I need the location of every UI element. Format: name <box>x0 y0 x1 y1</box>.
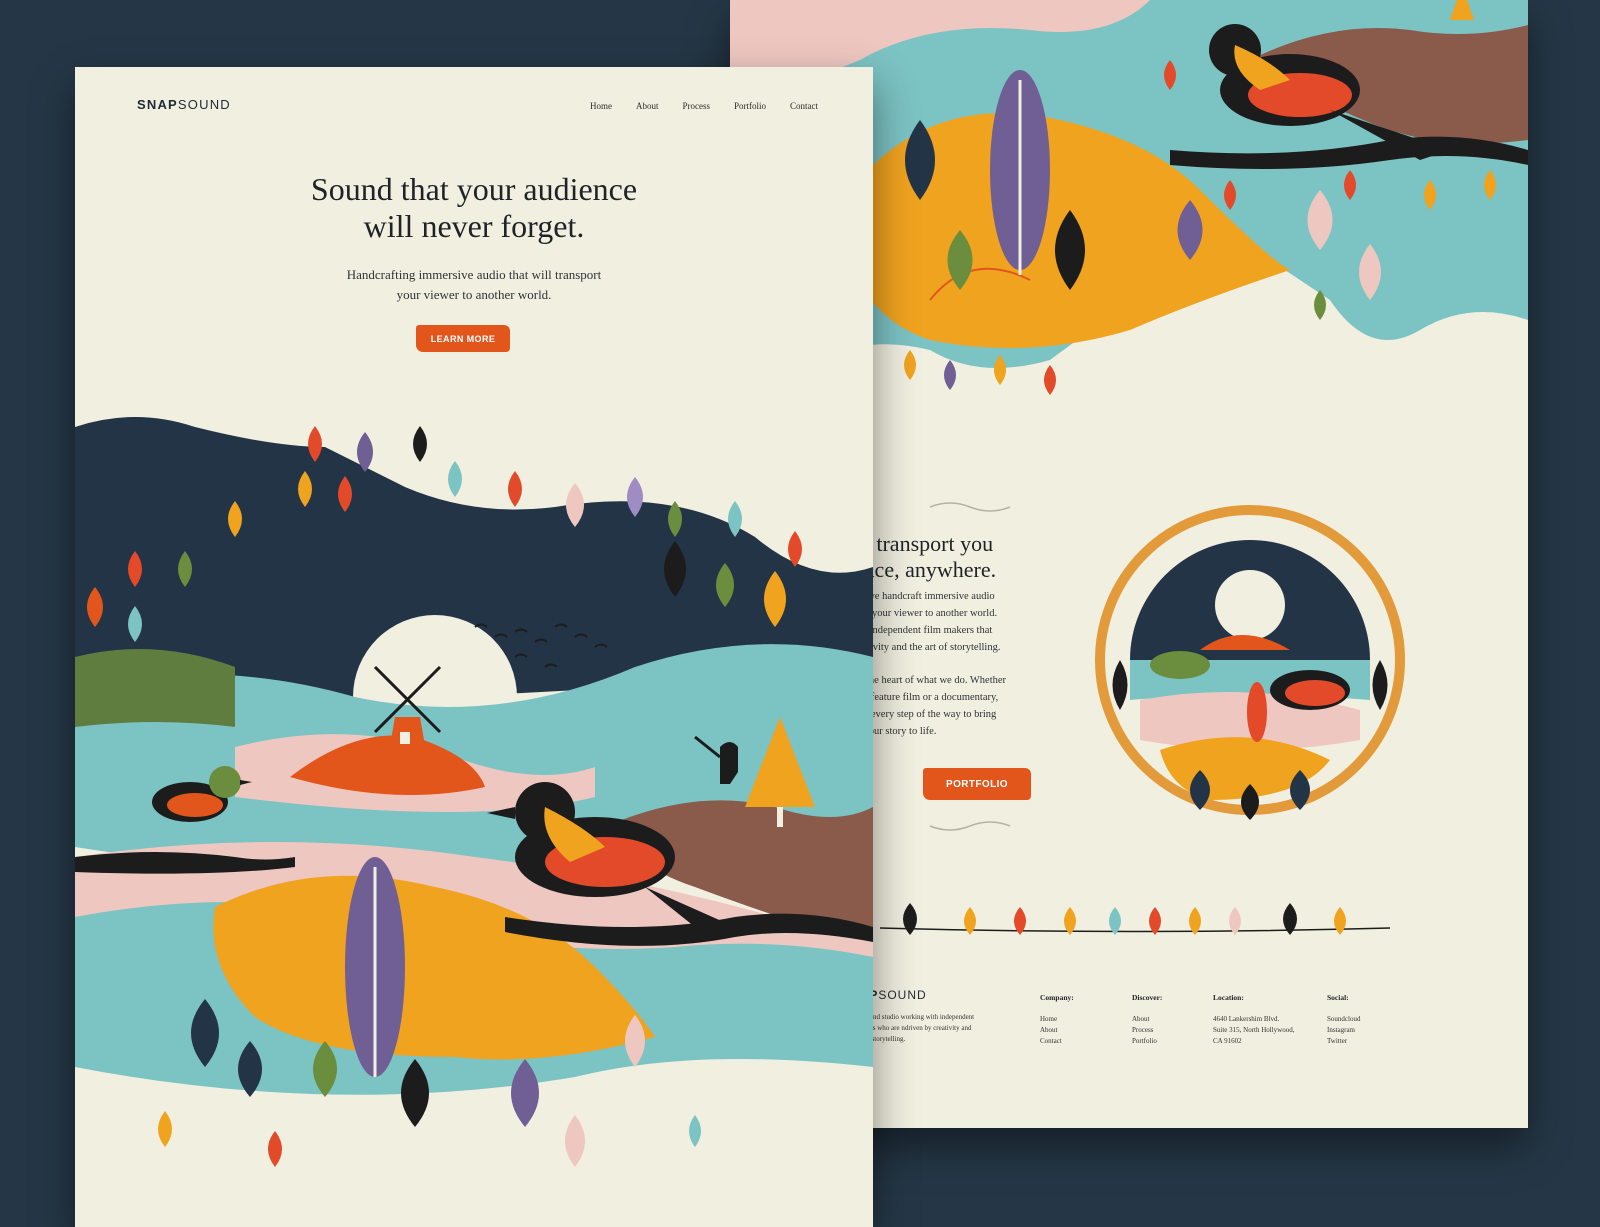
footer-logo-light: SOUND <box>878 988 927 1002</box>
logo-bold: SNAP <box>137 97 178 112</box>
footer-link[interactable]: Home <box>1040 1014 1074 1025</box>
footer-address-line: CA 91602 <box>1213 1037 1242 1045</box>
ornament-bottom <box>929 821 1011 831</box>
footer-column-company: Company: Home About Contact <box>1040 993 1074 1047</box>
footer-address-line: 4640 Lankershim Blvd. <box>1213 1015 1280 1023</box>
footer-link[interactable]: Process <box>1132 1025 1162 1036</box>
portfolio-button[interactable]: PORTFOLIO <box>923 768 1031 800</box>
footer-column-discover: Discover: About Process Portfolio <box>1132 993 1162 1047</box>
hero-subtitle-line: your viewer to another world. <box>396 287 552 302</box>
nav-process[interactable]: Process <box>682 101 710 111</box>
footer-link[interactable]: Portfolio <box>1132 1036 1162 1047</box>
hero-title-line: will never forget. <box>363 208 585 244</box>
footer-link[interactable]: About <box>1132 1014 1162 1025</box>
footer-link[interactable]: Instagram <box>1327 1025 1360 1036</box>
footer-column-heading: Discover: <box>1132 993 1163 1002</box>
hero-title: Sound that your audience will never forg… <box>75 171 873 245</box>
ornament-top <box>929 502 1011 512</box>
nav-portfolio[interactable]: Portfolio <box>734 101 766 111</box>
learn-more-button[interactable]: LEARN MORE <box>416 325 510 352</box>
footer-address-line: Suite 315, North Hollywood, <box>1213 1026 1295 1034</box>
main-nav: Home About Process Portfolio Contact <box>590 101 818 111</box>
nav-about[interactable]: About <box>636 101 659 111</box>
hero-subtitle: Handcrafting immersive audio that will t… <box>75 265 873 305</box>
footer-column-social: Social: Soundcloud Instagram Twitter <box>1327 993 1360 1047</box>
footer-column-heading: Company: <box>1040 993 1074 1002</box>
footer-column-heading: Social: <box>1327 993 1349 1002</box>
logo-light: SOUND <box>177 97 231 112</box>
nav-contact[interactable]: Contact <box>790 101 818 111</box>
footer-link[interactable]: Twitter <box>1327 1036 1360 1047</box>
hero-title-line: Sound that your audience <box>310 171 638 207</box>
footer-link[interactable]: About <box>1040 1025 1074 1036</box>
footer-link[interactable]: Soundcloud <box>1327 1014 1360 1025</box>
hero-subtitle-line: Handcrafting immersive audio that will t… <box>346 267 602 282</box>
footer-column-heading: Location: <box>1213 993 1244 1002</box>
green-hill <box>75 649 235 727</box>
nav-home[interactable]: Home <box>590 101 612 111</box>
leaf-garland <box>879 903 1391 935</box>
footer-link[interactable]: Contact <box>1040 1036 1074 1047</box>
footer-column-location: Location: 4640 Lankershim Blvd. Suite 31… <box>1213 993 1294 1047</box>
wreath-illustration <box>1095 505 1405 820</box>
front-page-mockup: SNAPSOUND Home About Process Portfolio C… <box>75 67 873 1227</box>
site-logo[interactable]: SNAPSOUND <box>137 97 231 112</box>
